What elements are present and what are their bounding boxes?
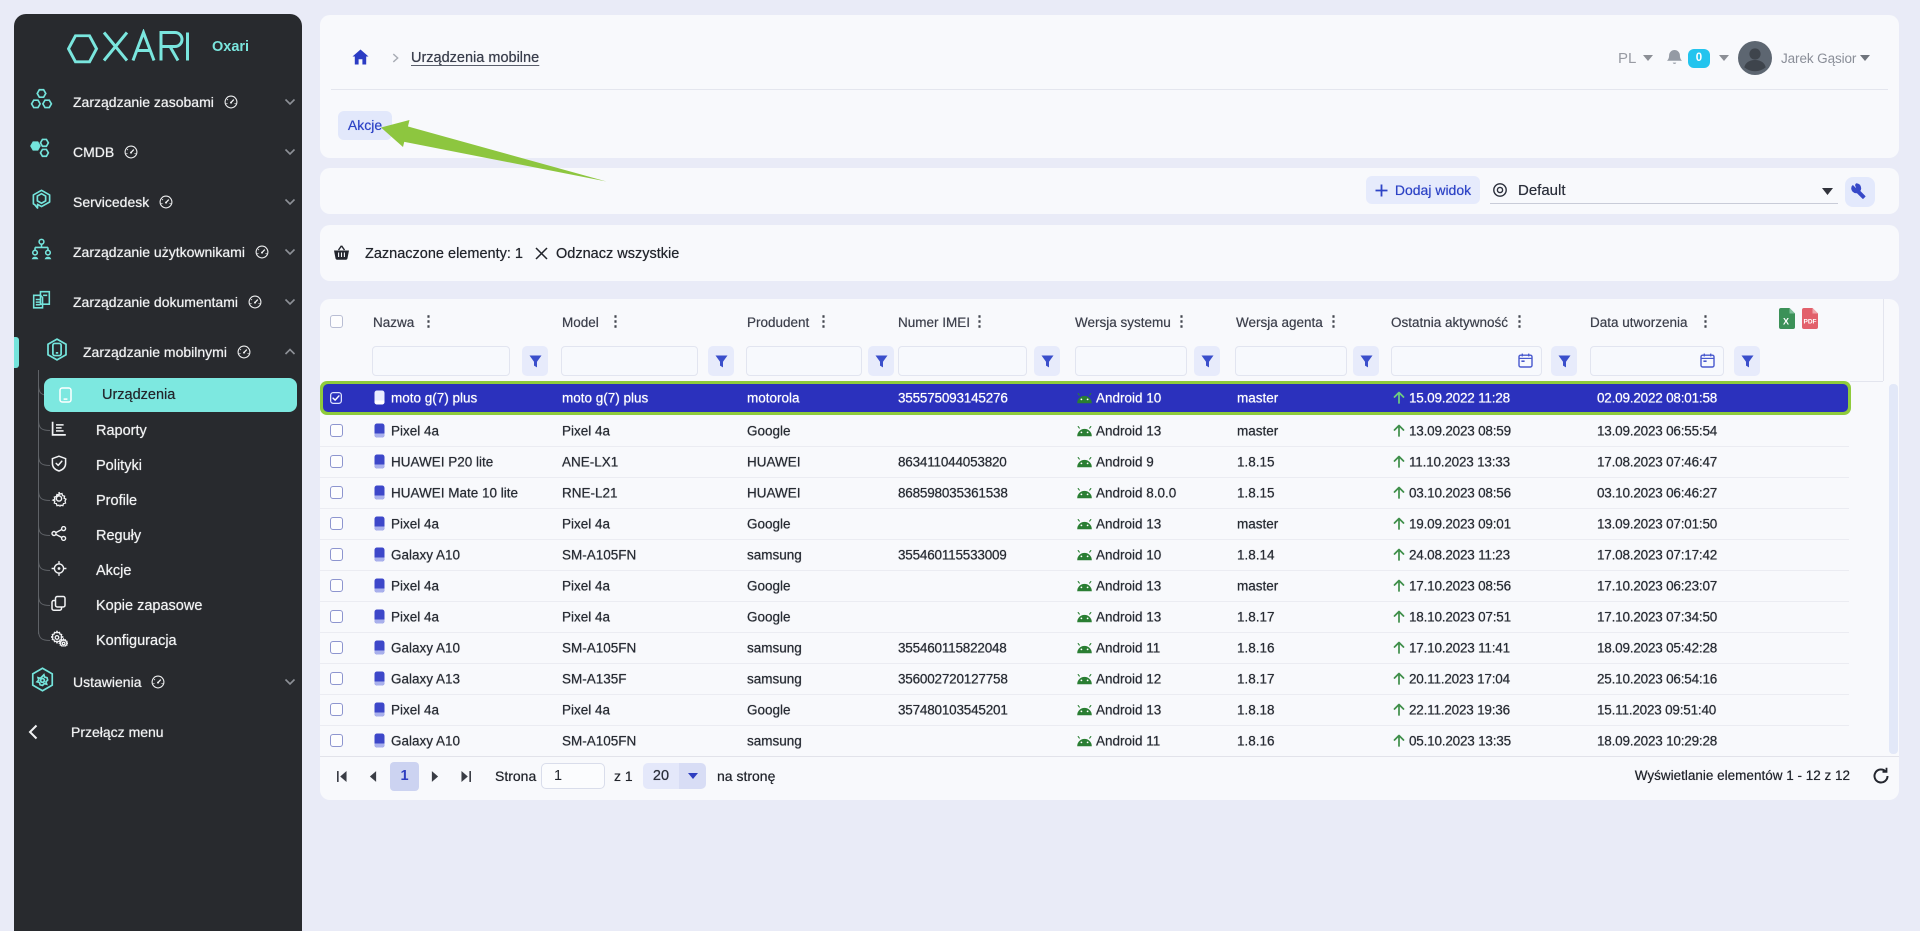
svg-text:PDF: PDF: [1804, 319, 1817, 326]
svg-text:X: X: [1783, 317, 1789, 327]
